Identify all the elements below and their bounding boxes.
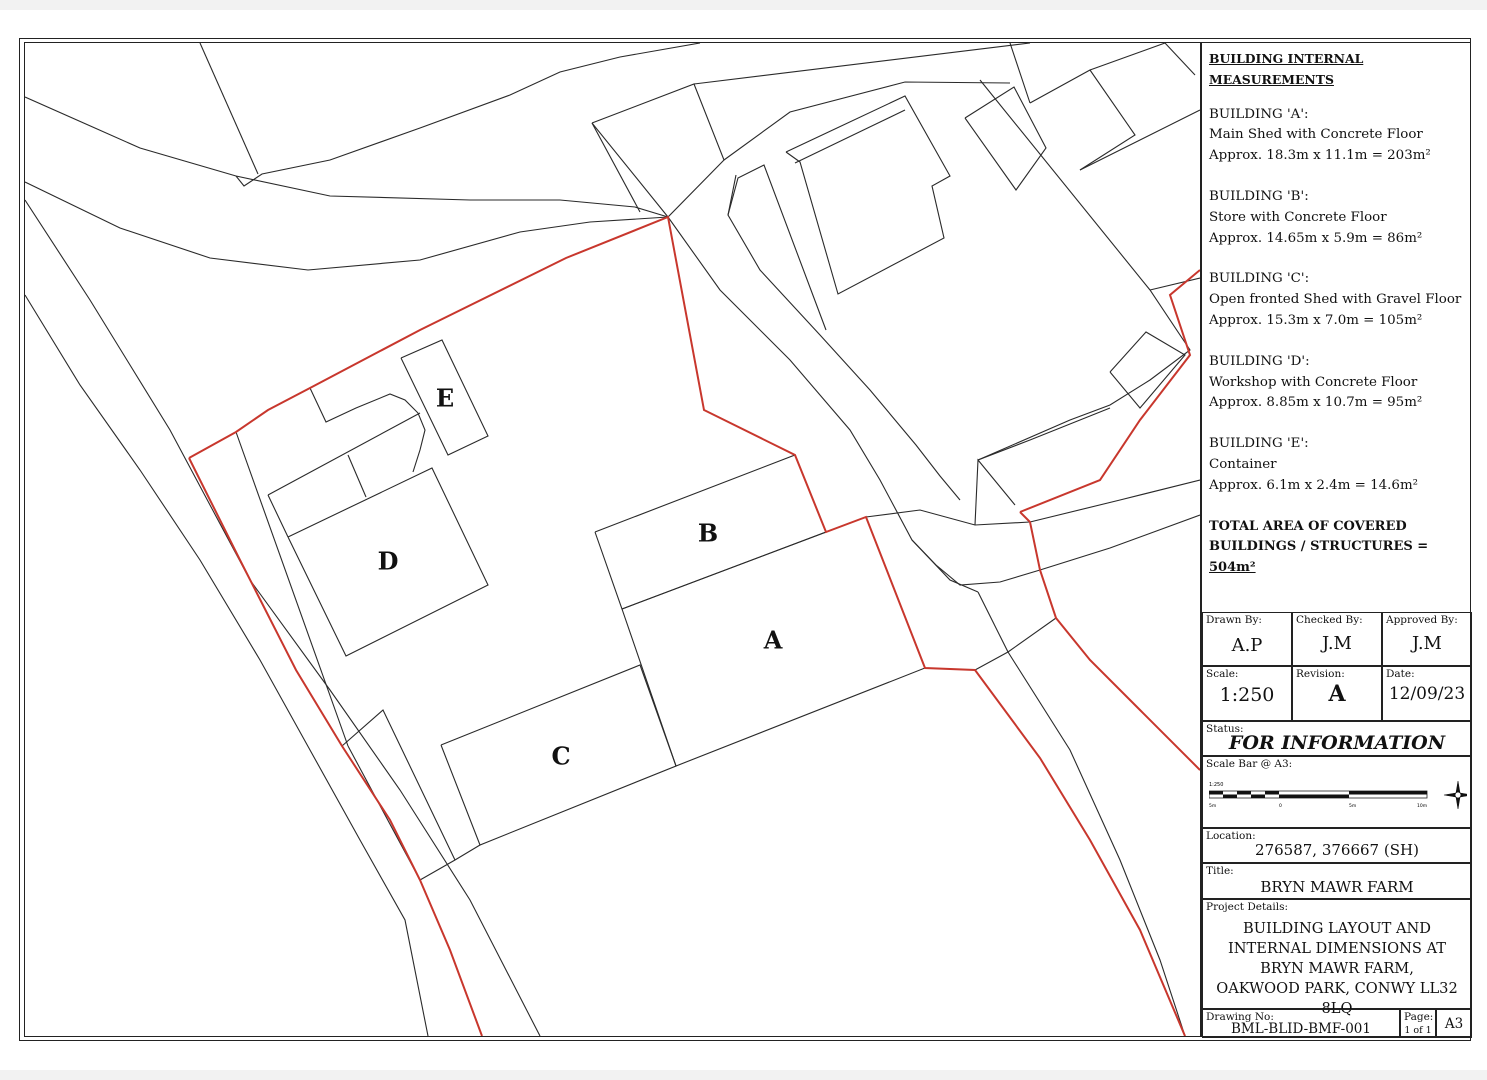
road-edge-upper [25,96,669,218]
measurements-heading: BUILDING INTERNAL MEASUREMENTS [1209,51,1364,87]
status-value: FOR INFORMATION [1228,732,1446,754]
outbuilding-outline [1029,69,1136,171]
plot-line [1009,43,1031,104]
north-arrow-icon [1443,780,1467,810]
project-details-cell: Project Details: BUILDING LAYOUT AND INT… [1202,899,1472,1017]
total-area-value: 504m² [1209,560,1256,576]
site-boundary-west [188,457,483,1036]
road-edge-junction [911,539,1041,586]
project-details-value: BUILDING LAYOUT AND INTERNAL DIMENSIONS … [1216,920,1458,1017]
plot-line [693,43,1031,85]
plot-line [974,458,1016,526]
plot-line [591,122,641,213]
building-b-label: B [697,518,719,548]
scale-bar-tick-0: 5m [1209,803,1216,809]
location-cell: Location: 276587, 376667 (SH) [1202,828,1472,863]
plot-line [1079,109,1200,171]
road-edge-junction [865,509,1031,526]
plot-line [1089,43,1166,71]
building-d-label: D [377,546,399,576]
plot-line [1007,651,1186,1036]
scale-cell: Scale: 1:250 [1202,666,1292,721]
outbuilding-outline [785,95,951,295]
location-value: 276587, 376667 (SH) [1255,841,1419,859]
building-e-label: E [435,383,455,413]
plot-line [199,43,259,175]
outbuilding-outline [1109,331,1186,409]
title-block-panel: BUILDING INTERNAL MEASUREMENTS BUILDING … [1201,42,1472,1038]
plot-line [727,164,827,331]
plot-line [977,407,1111,461]
plot-line [1039,514,1200,571]
outbuilding-outline [964,86,1047,191]
scale-bar-tick-1: 0 [1279,803,1282,809]
building-a-note: BUILDING 'A': Main Shed with Concrete Fl… [1209,106,1431,164]
approved-by-cell: Approved By: J.M [1382,612,1472,666]
building-c-note: BUILDING 'C': Open fronted Shed with Gra… [1209,271,1462,328]
drawing-number-value: BML-BLID-BMF-001 [1231,1021,1371,1037]
page-value: 1 of 1 [1404,1025,1432,1036]
building-b-note: BUILDING 'B': Store with Concrete Floor … [1209,188,1423,246]
scale-bar-ratio: 1:250 [1209,782,1223,788]
yard-wall [267,412,421,496]
plot-line [974,651,1009,671]
plot-line [591,83,725,218]
drawn-by-value: A.P [1231,635,1263,656]
scale-bar-tick-2: 5m [1349,803,1356,809]
building-e-note: BUILDING 'E': Container Approx. 6.1m x 2… [1209,436,1419,493]
site-boundary-east-2 [1019,269,1200,513]
total-area-note: TOTAL AREA OF COVERED BUILDINGS / STRUCT… [1209,518,1429,576]
building-d-note: BUILDING 'D': Workshop with Concrete Flo… [1209,353,1423,411]
site-plan-map [25,43,1200,1036]
page-cell: Page: 1 of 1 [1400,1009,1436,1038]
yard-wall [347,454,367,498]
plot-line [235,431,349,747]
plot-line [1029,479,1200,523]
sheet-size-value: A3 [1444,1016,1464,1032]
plot-line [794,109,906,164]
plot-line [1164,43,1196,76]
drawing-number-cell: Drawing No: BML-BLID-BMF-001 [1202,1009,1400,1038]
date-cell: Date: 12/09/23 [1382,666,1472,721]
sheet-size-cell: A3 [1436,1009,1472,1038]
plot-line [977,79,1191,461]
measurements-notes: BUILDING INTERNAL MEASUREMENTS BUILDING … [1209,49,1467,579]
page-bottom-band [0,1070,1487,1080]
status-cell: Status: FOR INFORMATION [1202,721,1472,756]
road-edge-centre-2 [727,174,961,501]
checked-by-value: J.M [1322,633,1352,654]
site-boundary-east [1019,511,1200,771]
site-boundary-north [188,215,1186,1036]
drawn-by-cell: Drawn By: A.P [1202,612,1292,666]
plot-line [235,43,701,187]
building-a-label: A [763,625,783,655]
drawing-sheet: E D B A C BUILDING INTERNAL MEASUREMENTS… [0,0,1487,1080]
title-value: BRYN MAWR FARM [1260,878,1414,896]
building-c-label: C [551,741,571,771]
scale-value: 1:250 [1219,684,1275,706]
plot-line [1149,277,1200,291]
yard-wall [309,387,426,473]
title-cell: Title: BRYN MAWR FARM [1202,863,1472,899]
scale-bar-cell: Scale Bar @ A3: 1:250 5m 0 5m 10m [1202,756,1472,828]
revision-value: A [1328,681,1346,707]
scale-bar: 1:250 5m 0 5m 10m [1209,780,1467,810]
road-edge-west-2 [25,294,429,1036]
date-value: 12/09/23 [1388,684,1466,704]
checked-by-cell: Checked By: J.M [1292,612,1382,666]
plot-line [977,591,1009,653]
scale-bar-tick-3: 10m [1417,803,1427,809]
approved-by-value: J.M [1412,633,1442,654]
plot-line [1007,617,1057,653]
road-edge-west [25,199,541,1036]
revision-cell: Revision: A [1292,666,1382,721]
